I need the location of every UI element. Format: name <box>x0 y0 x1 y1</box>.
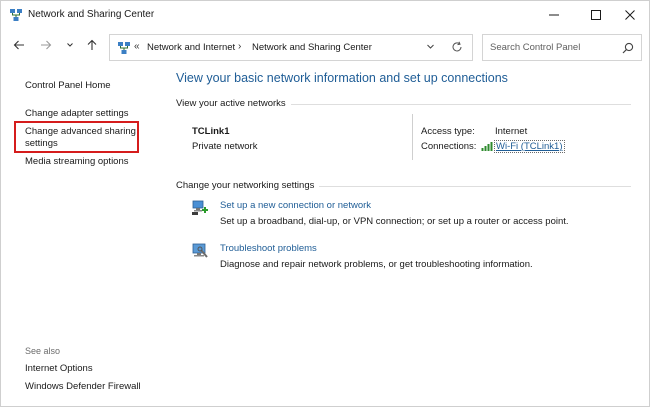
control-panel-home-link[interactable]: Control Panel Home <box>25 80 111 92</box>
network-sharing-center-window: Network and Sharing Center « Network and… <box>0 0 650 407</box>
wifi-connection-link[interactable]: Wi-Fi (TCLink1) <box>494 140 565 153</box>
address-bar[interactable]: « Network and Internet › Network and Sha… <box>109 34 473 61</box>
access-type-value: Internet <box>495 126 528 137</box>
change-advanced-sharing-settings-link[interactable]: Change advanced sharing settings <box>25 126 137 150</box>
close-button[interactable] <box>610 1 650 28</box>
internet-options-link[interactable]: Internet Options <box>25 363 93 375</box>
refresh-button[interactable] <box>450 41 464 55</box>
media-streaming-options-link[interactable]: Media streaming options <box>25 156 129 168</box>
change-adapter-settings-link[interactable]: Change adapter settings <box>25 108 129 120</box>
troubleshoot-problems-link[interactable]: Troubleshoot problems <box>220 243 317 254</box>
address-overflow-button[interactable]: « <box>134 41 140 52</box>
network-category: Private network <box>192 141 258 152</box>
change-networking-settings-header: Change your networking settings <box>176 180 315 191</box>
breadcrumb-network-and-internet[interactable]: Network and Internet <box>147 42 235 53</box>
title-bar[interactable]: Network and Sharing Center <box>1 1 649 28</box>
setup-new-connection-description: Set up a broadband, dial-up, or VPN conn… <box>220 216 569 227</box>
forward-button[interactable] <box>37 37 55 55</box>
minimize-icon <box>549 10 559 20</box>
search-input[interactable] <box>484 36 614 59</box>
vertical-divider <box>412 114 413 160</box>
network-center-icon <box>117 41 131 55</box>
recent-locations-button[interactable] <box>61 37 79 55</box>
access-type-label: Access type: <box>421 126 475 137</box>
troubleshoot-problems-description: Diagnose and repair network problems, or… <box>220 259 533 270</box>
breadcrumb-separator[interactable]: › <box>238 41 241 52</box>
breadcrumb-network-and-sharing-center[interactable]: Network and Sharing Center <box>252 42 372 53</box>
arrow-up-icon <box>86 39 98 54</box>
minimize-button[interactable] <box>534 1 574 28</box>
search-box[interactable] <box>482 34 642 61</box>
wifi-signal-icon <box>481 140 494 151</box>
see-also-label: See also <box>25 346 61 356</box>
new-connection-icon <box>191 198 209 216</box>
window-title: Network and Sharing Center <box>28 9 155 20</box>
close-icon <box>625 9 635 20</box>
arrow-left-icon <box>13 39 25 54</box>
back-button[interactable] <box>10 37 28 55</box>
chevron-down-icon <box>66 41 74 52</box>
windows-defender-firewall-link[interactable]: Windows Defender Firewall <box>25 381 141 393</box>
network-name: TCLink1 <box>192 126 230 137</box>
arrow-right-icon <box>40 39 52 54</box>
main-content: View your basic network information and … <box>161 66 649 406</box>
setup-new-connection-link[interactable]: Set up a new connection or network <box>220 200 371 211</box>
address-dropdown-button[interactable] <box>424 42 436 54</box>
search-icon[interactable] <box>621 41 635 55</box>
navigation-bar: « Network and Internet › Network and Sha… <box>1 31 649 63</box>
refresh-icon <box>451 41 463 56</box>
left-navigation-pane: Control Panel Home Change adapter settin… <box>1 66 161 406</box>
active-networks-header: View your active networks <box>176 98 286 109</box>
chevron-down-icon <box>426 42 435 54</box>
section-divider <box>319 186 631 187</box>
up-button[interactable] <box>83 37 101 55</box>
network-center-icon <box>9 8 23 22</box>
troubleshoot-icon <box>191 242 209 260</box>
maximize-icon <box>591 9 601 20</box>
section-divider <box>291 104 631 105</box>
connections-label: Connections: <box>421 141 477 152</box>
page-title: View your basic network information and … <box>176 71 508 85</box>
